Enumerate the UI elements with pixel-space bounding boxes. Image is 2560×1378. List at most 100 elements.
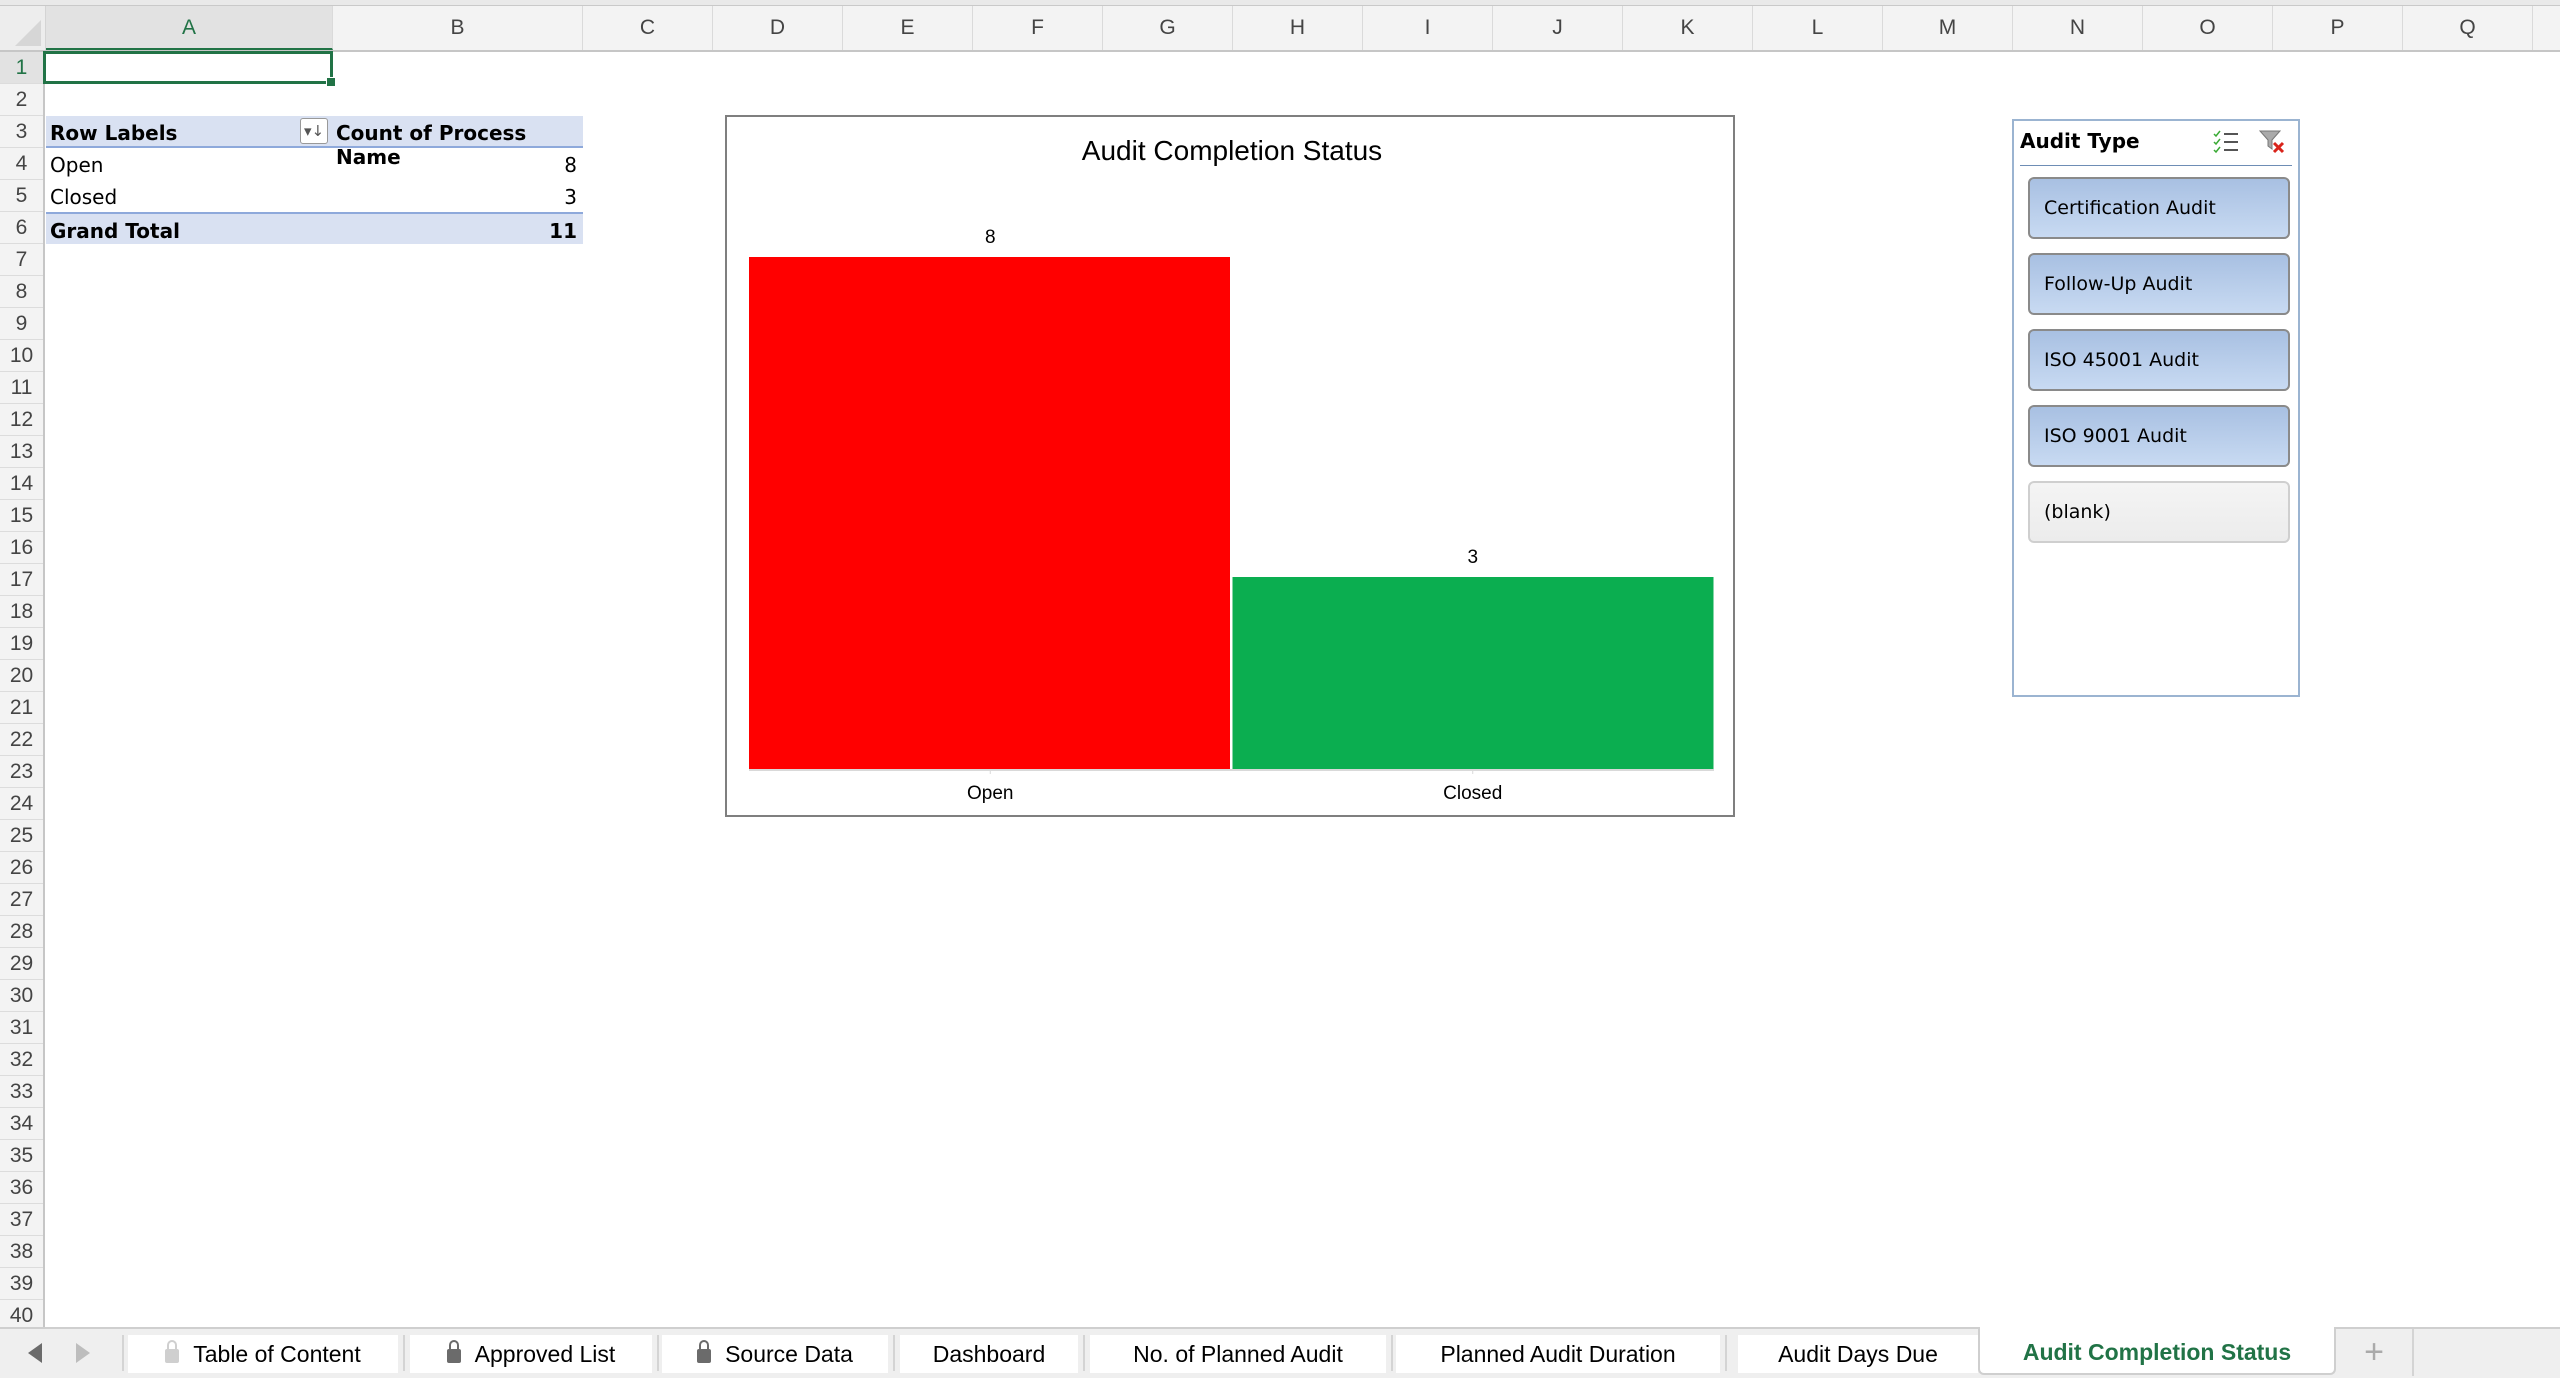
sheet-tab[interactable]: Approved List	[410, 1335, 652, 1373]
pivot-row-label: Closed	[50, 185, 118, 209]
row-header-23[interactable]: 23	[0, 756, 43, 788]
column-header-c[interactable]: C	[583, 6, 713, 50]
column-header-j[interactable]: J	[1493, 6, 1623, 50]
row-header-30[interactable]: 30	[0, 980, 43, 1012]
x-tick-label: Closed	[1443, 783, 1502, 804]
column-header-f[interactable]: F	[973, 6, 1103, 50]
column-header-d[interactable]: D	[713, 6, 843, 50]
row-header-21[interactable]: 21	[0, 692, 43, 724]
scroll-tabs-left-icon[interactable]	[28, 1343, 42, 1363]
row-header-37[interactable]: 37	[0, 1204, 43, 1236]
row-header-4[interactable]: 4	[0, 148, 43, 180]
row-header-24[interactable]: 24	[0, 788, 43, 820]
pivot-row-value: 3	[564, 185, 577, 209]
sheet-tab[interactable]: Audit Completion Status	[1978, 1327, 2336, 1375]
audit-type-slicer[interactable]: Audit Type Certification Audit Follow-Up …	[2012, 119, 2300, 697]
row-header-11[interactable]: 11	[0, 372, 43, 404]
slicer-item[interactable]: Certification Audit	[2028, 177, 2290, 239]
pivot-grand-total-row[interactable]: Grand Total 11	[46, 212, 583, 244]
row-header-7[interactable]: 7	[0, 244, 43, 276]
audit-completion-chart[interactable]: Audit Completion Status 8 Open 3 Closed	[725, 115, 1735, 817]
tab-separator	[1083, 1335, 1085, 1371]
multi-select-icon[interactable]	[2212, 129, 2240, 155]
add-sheet-button[interactable]: +	[2336, 1329, 2414, 1376]
row-header-5[interactable]: 5	[0, 180, 43, 212]
slicer-item[interactable]: (blank)	[2028, 481, 2290, 543]
row-header-38[interactable]: 38	[0, 1236, 43, 1268]
sheet-tab-label: Planned Audit Duration	[1440, 1341, 1676, 1367]
sheet-tab-label: No. of Planned Audit	[1133, 1341, 1343, 1367]
column-header-q[interactable]: Q	[2403, 6, 2533, 50]
column-header-h[interactable]: H	[1233, 6, 1363, 50]
tab-separator	[1391, 1335, 1393, 1371]
row-header-16[interactable]: 16	[0, 532, 43, 564]
row-header-18[interactable]: 18	[0, 596, 43, 628]
row-header-9[interactable]: 9	[0, 308, 43, 340]
sheet-tab[interactable]: Table of Content	[128, 1335, 398, 1373]
row-header-35[interactable]: 35	[0, 1140, 43, 1172]
row-header-12[interactable]: 12	[0, 404, 43, 436]
column-header-o[interactable]: O	[2143, 6, 2273, 50]
sheet-tab[interactable]: Source Data	[662, 1335, 888, 1373]
row-header-13[interactable]: 13	[0, 436, 43, 468]
sheet-tab[interactable]: Dashboard	[900, 1335, 1078, 1373]
row-header-29[interactable]: 29	[0, 948, 43, 980]
row-header-28[interactable]: 28	[0, 916, 43, 948]
pivot-header-row: Row Labels ▾↓ Count of Process Name	[46, 116, 583, 169]
column-header-g[interactable]: G	[1103, 6, 1233, 50]
row-header-36[interactable]: 36	[0, 1172, 43, 1204]
slicer-item[interactable]: ISO 45001 Audit	[2028, 329, 2290, 391]
row-header-20[interactable]: 20	[0, 660, 43, 692]
slicer-item[interactable]: ISO 9001 Audit	[2028, 405, 2290, 467]
row-header-34[interactable]: 34	[0, 1108, 43, 1140]
row-header-39[interactable]: 39	[0, 1268, 43, 1300]
column-header-l[interactable]: L	[1753, 6, 1883, 50]
row-header-26[interactable]: 26	[0, 852, 43, 884]
pivot-row[interactable]: Open 8	[46, 148, 583, 180]
bar-closed[interactable]	[1232, 577, 1714, 769]
column-header-a[interactable]: A	[46, 6, 333, 50]
row-header-19[interactable]: 19	[0, 628, 43, 660]
sort-filter-dropdown-icon[interactable]: ▾↓	[300, 118, 328, 144]
row-header-31[interactable]: 31	[0, 1012, 43, 1044]
column-header-b[interactable]: B	[333, 6, 583, 50]
tab-separator	[893, 1335, 895, 1371]
chart-canvas: Audit Completion Status 8 Open 3 Closed	[749, 135, 1714, 804]
row-header-32[interactable]: 32	[0, 1044, 43, 1076]
sheet-tab[interactable]: Audit Days Due	[1738, 1335, 1978, 1373]
sheet-tab[interactable]: No. of Planned Audit	[1090, 1335, 1386, 1373]
row-header-17[interactable]: 17	[0, 564, 43, 596]
column-header-n[interactable]: N	[2013, 6, 2143, 50]
row-header-27[interactable]: 27	[0, 884, 43, 916]
sheet-tab-label: Table of Content	[193, 1341, 361, 1367]
sheet-tab-bar: Table of Content Approved List Source Data…	[0, 1327, 2560, 1378]
slicer-item[interactable]: Follow-Up Audit	[2028, 253, 2290, 315]
data-label: 8	[985, 227, 996, 248]
scroll-tabs-right-icon[interactable]	[76, 1343, 90, 1363]
column-header-p[interactable]: P	[2273, 6, 2403, 50]
column-header-i[interactable]: I	[1363, 6, 1493, 50]
row-header-14[interactable]: 14	[0, 468, 43, 500]
column-header-e[interactable]: E	[843, 6, 973, 50]
row-header-6[interactable]: 6	[0, 212, 43, 244]
lock-icon	[165, 1340, 180, 1363]
row-header-15[interactable]: 15	[0, 500, 43, 532]
pivot-row[interactable]: Closed 3	[46, 180, 583, 212]
sheet-tab[interactable]: Planned Audit Duration	[1396, 1335, 1720, 1373]
row-header-2[interactable]: 2	[0, 84, 43, 116]
row-header-3[interactable]: 3	[0, 116, 43, 148]
row-header-1[interactable]: 1	[0, 52, 43, 84]
row-header-10[interactable]: 10	[0, 340, 43, 372]
selected-cell-a1[interactable]	[43, 51, 336, 87]
select-all-button[interactable]	[0, 6, 46, 50]
clear-filter-icon[interactable]	[2258, 127, 2286, 155]
row-header-8[interactable]: 8	[0, 276, 43, 308]
column-header-m[interactable]: M	[1883, 6, 2013, 50]
bar-open[interactable]	[749, 257, 1230, 769]
sheet-tab-label: Audit Days Due	[1778, 1341, 1938, 1367]
row-header-33[interactable]: 33	[0, 1076, 43, 1108]
row-header-25[interactable]: 25	[0, 820, 43, 852]
pivot-total-label: Grand Total	[50, 219, 180, 243]
row-header-22[interactable]: 22	[0, 724, 43, 756]
column-header-k[interactable]: K	[1623, 6, 1753, 50]
